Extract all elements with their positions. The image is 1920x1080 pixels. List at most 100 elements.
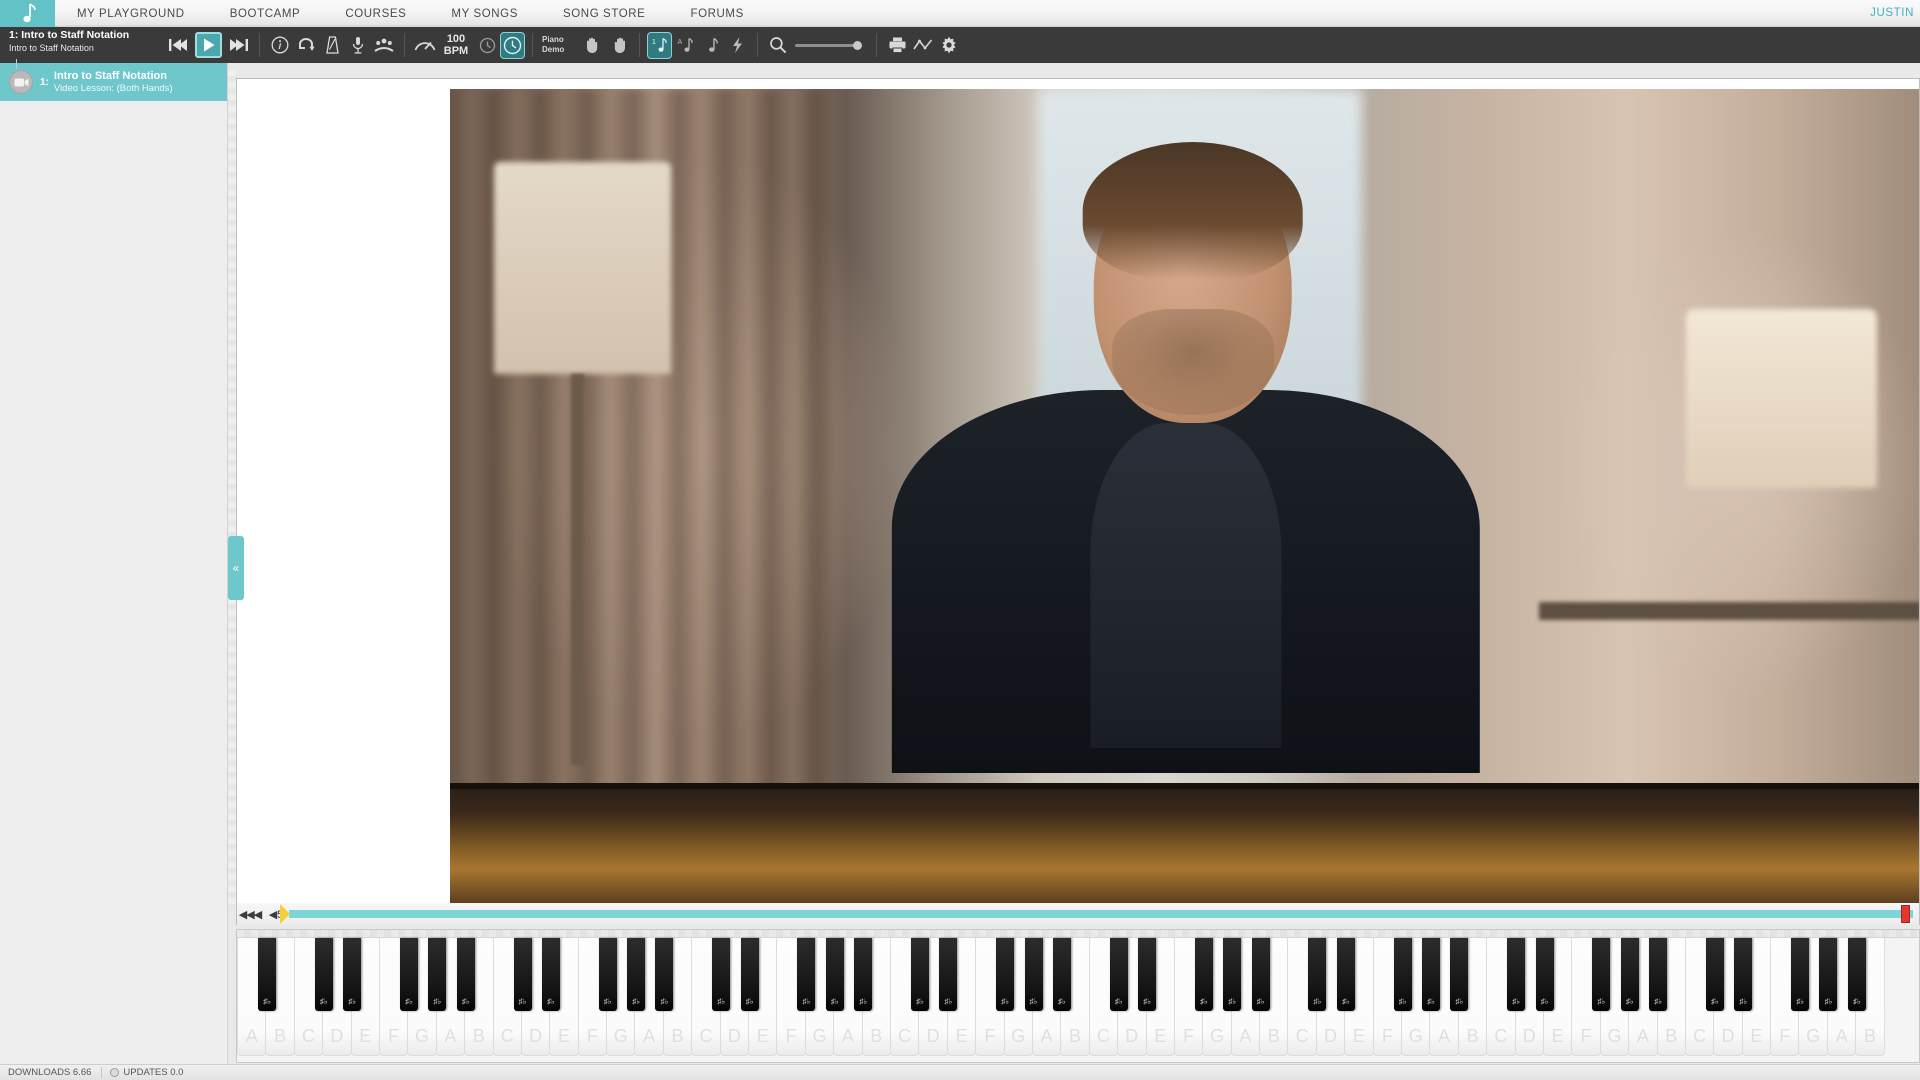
user-account-link[interactable]: JUSTIN (1870, 0, 1920, 26)
white-key[interactable]: F ♯♭ (378, 938, 418, 1056)
zoom-slider[interactable] (795, 40, 862, 50)
black-key[interactable]: ♯♭ (541, 938, 560, 1011)
black-key[interactable]: ♯♭ (1251, 938, 1270, 1011)
nav-tab-bootcamp[interactable]: BOOTCAMP (207, 0, 324, 27)
black-key[interactable]: ♯♭ (1052, 938, 1071, 1011)
settings-button[interactable] (936, 31, 962, 59)
black-key[interactable]: ♯♭ (1649, 938, 1668, 1011)
black-key[interactable]: ♯♭ (1138, 938, 1157, 1011)
black-key[interactable]: ♯♭ (314, 938, 333, 1011)
black-key[interactable]: ♯♭ (1109, 938, 1128, 1011)
black-key[interactable]: ♯♭ (1791, 938, 1810, 1011)
white-key[interactable]: F ♯♭ (1770, 938, 1810, 1056)
black-key[interactable]: ♯♭ (428, 938, 447, 1011)
timeline-start-marker[interactable] (280, 904, 290, 924)
right-hand-button[interactable] (606, 31, 632, 59)
zoom-slider-knob[interactable] (853, 40, 862, 50)
white-key[interactable]: F ♯♭ (1571, 938, 1611, 1056)
white-key[interactable]: C ♯♭ (889, 938, 929, 1056)
black-key[interactable]: ♯♭ (1535, 938, 1554, 1011)
black-key[interactable]: ♯♭ (1194, 938, 1213, 1011)
half-time-button[interactable] (474, 31, 500, 59)
microphone-icon (352, 37, 364, 54)
rewind-button[interactable] (165, 31, 191, 59)
black-key[interactable]: ♯♭ (1336, 938, 1355, 1011)
black-key[interactable]: ♯♭ (854, 938, 873, 1011)
content-scrollbar[interactable] (228, 70, 236, 910)
white-key[interactable]: C ♯♭ (691, 938, 731, 1056)
white-key[interactable]: F ♯♭ (577, 938, 617, 1056)
black-key[interactable]: ♯♭ (627, 938, 646, 1011)
sidebar-item-intro-to-staff-notation[interactable]: 1: Intro to Staff Notation Video Lesson:… (0, 59, 227, 101)
black-key[interactable]: ♯♭ (910, 938, 929, 1011)
white-key[interactable]: C ♯♭ (1287, 938, 1327, 1056)
black-key[interactable]: ♯♭ (740, 938, 759, 1011)
black-key[interactable]: ♯♭ (1847, 938, 1866, 1011)
black-key[interactable]: ♯♭ (1620, 938, 1639, 1011)
black-key[interactable]: ♯♭ (1450, 938, 1469, 1011)
black-key[interactable]: ♯♭ (825, 938, 844, 1011)
metronome-button[interactable] (319, 31, 345, 59)
timeline-rewind-all-button[interactable]: ◀◀◀ (237, 904, 263, 924)
status-updates[interactable]: UPDATES 0.0 (110, 1067, 183, 1078)
info-button[interactable] (267, 31, 293, 59)
nav-tab-forums[interactable]: FORUMS (668, 0, 767, 27)
white-key[interactable]: A ♯♭ (237, 938, 276, 1056)
white-key[interactable]: C ♯♭ (1684, 938, 1724, 1056)
community-button[interactable] (371, 31, 397, 59)
app-logo[interactable] (0, 0, 55, 27)
loop-button[interactable] (293, 31, 319, 59)
black-key[interactable]: ♯♭ (655, 938, 674, 1011)
play-button[interactable] (195, 32, 222, 58)
white-key[interactable]: F ♯♭ (975, 938, 1015, 1056)
lightning-button[interactable] (724, 31, 750, 59)
black-key[interactable]: ♯♭ (939, 938, 958, 1011)
black-key[interactable]: ♯♭ (1819, 938, 1838, 1011)
black-key[interactable]: ♯♭ (343, 938, 362, 1011)
timeline-track[interactable] (280, 904, 1913, 924)
left-hand-button[interactable] (580, 31, 606, 59)
white-key[interactable]: C ♯♭ (1486, 938, 1526, 1056)
note-letter-button[interactable]: A (672, 31, 698, 59)
note-number-button[interactable]: 1 (647, 31, 672, 59)
sidebar-collapse-handle[interactable]: « (228, 536, 244, 600)
black-key[interactable]: ♯♭ (797, 938, 816, 1011)
full-time-button[interactable] (500, 31, 525, 59)
zoom-button[interactable] (765, 31, 791, 59)
nav-tab-courses[interactable]: COURSES (323, 0, 429, 27)
black-key[interactable]: ♯♭ (1507, 938, 1526, 1011)
statistics-button[interactable] (910, 31, 936, 59)
black-key[interactable]: ♯♭ (712, 938, 731, 1011)
black-key[interactable]: ♯♭ (1734, 938, 1753, 1011)
nav-tab-my-songs[interactable]: MY SONGS (429, 0, 541, 27)
black-key[interactable]: ♯♭ (1024, 938, 1043, 1011)
black-key[interactable]: ♯♭ (996, 938, 1015, 1011)
black-key[interactable]: ♯♭ (598, 938, 617, 1011)
white-key[interactable]: C ♯♭ (293, 938, 333, 1056)
black-key[interactable]: ♯♭ (1223, 938, 1242, 1011)
black-key[interactable]: ♯♭ (1705, 938, 1724, 1011)
white-key[interactable]: F ♯♭ (776, 938, 816, 1056)
nav-tab-my-playground[interactable]: MY PLAYGROUND (55, 0, 208, 27)
black-key[interactable]: ♯♭ (1422, 938, 1441, 1011)
black-key[interactable]: ♯♭ (399, 938, 418, 1011)
nav-tab-song-store[interactable]: SONG STORE (540, 0, 668, 27)
note-plain-button[interactable] (698, 31, 724, 59)
video-lesson-player[interactable] (450, 89, 1919, 903)
print-button[interactable] (884, 31, 910, 59)
nav-tab-label: MY PLAYGROUND (77, 7, 185, 20)
black-key[interactable]: ♯♭ (456, 938, 475, 1011)
tempo-button[interactable] (412, 31, 438, 59)
black-key[interactable]: ♯♭ (513, 938, 532, 1011)
fast-forward-button[interactable] (226, 31, 252, 59)
black-key[interactable]: ♯♭ (1308, 938, 1327, 1011)
black-key[interactable]: ♯♭ (1592, 938, 1611, 1011)
white-key[interactable]: C ♯♭ (492, 938, 532, 1056)
black-key[interactable]: ♯♭ (1393, 938, 1412, 1011)
microphone-button[interactable] (345, 31, 371, 59)
black-key[interactable]: ♯♭ (258, 938, 276, 1011)
white-key[interactable]: C ♯♭ (1088, 938, 1128, 1056)
timeline-end-marker[interactable] (1901, 905, 1910, 923)
white-key[interactable]: F ♯♭ (1173, 938, 1213, 1056)
white-key[interactable]: F ♯♭ (1372, 938, 1412, 1056)
